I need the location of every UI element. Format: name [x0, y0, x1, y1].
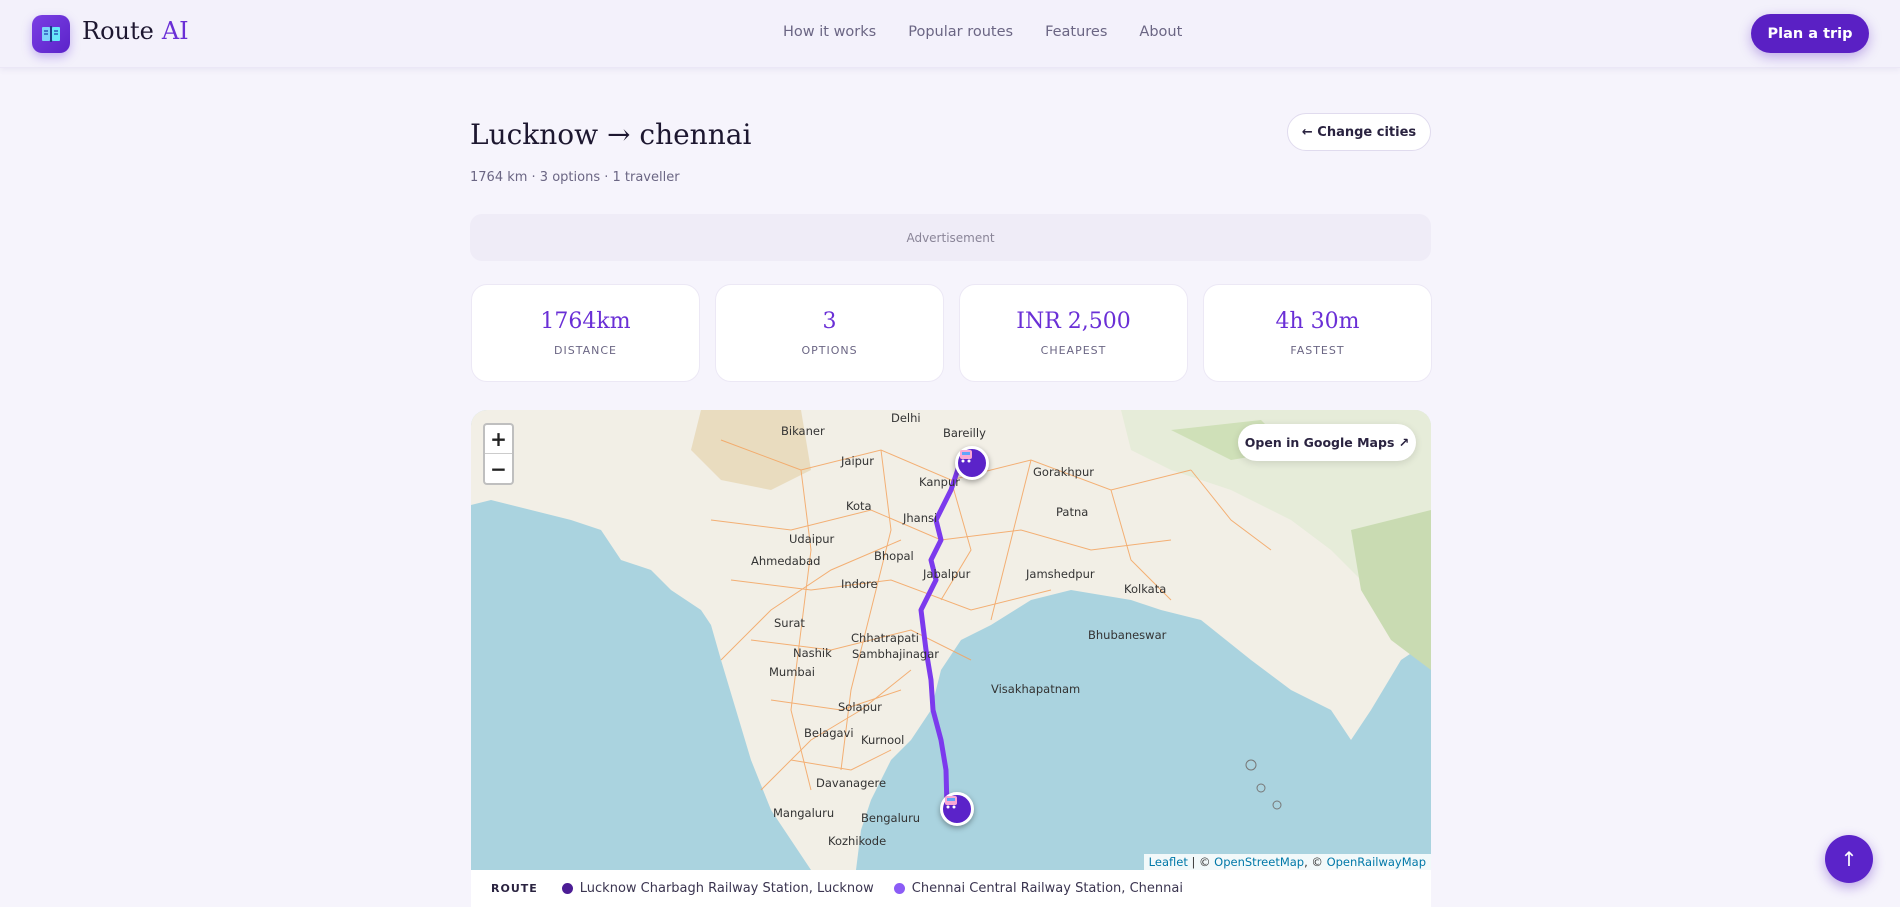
map-label: Chhatrapati [851, 631, 919, 645]
map-label: Sambhajinagar [852, 647, 939, 661]
main-nav: How it works Popular routes Features Abo… [783, 24, 1182, 40]
route-origin-label: Lucknow Charbagh Railway Station, Luckno… [579, 881, 874, 896]
origin-dot-icon [561, 883, 573, 894]
zoom-in-button[interactable]: + [485, 425, 512, 454]
map-label: Jabalpur [922, 567, 971, 581]
map-label: Jamshedpur [1025, 567, 1095, 581]
brand-logo[interactable]: Route AI [82, 17, 189, 45]
destination-dot-icon [893, 883, 905, 894]
stat-label: OPTIONS [801, 344, 858, 357]
map-label: Ahmedabad [751, 554, 820, 568]
route-legend: ROUTE Lucknow Charbagh Railway Station, … [471, 870, 1431, 907]
map-book-icon[interactable] [32, 15, 70, 53]
osm-link[interactable]: OpenStreetMap [1214, 855, 1304, 869]
map-label: Bengaluru [861, 811, 920, 825]
stat-value: 1764km [540, 309, 631, 334]
open-google-maps-button[interactable]: Open in Google Maps ↗ [1238, 424, 1416, 461]
train-icon [945, 796, 957, 809]
map-label: Jaipur [840, 454, 874, 468]
zoom-control: + − [483, 423, 514, 485]
map-label: Kolkata [1124, 582, 1166, 596]
map-label: Kozhikode [828, 834, 886, 848]
scroll-to-top-button[interactable]: ↑ [1825, 835, 1873, 883]
map-label: Belagavi [804, 726, 854, 740]
trip-summary: 1764 km · 3 options · 1 traveller [470, 170, 680, 185]
map-label: Solapur [838, 700, 882, 714]
island [1245, 759, 1257, 771]
map-label: Indore [841, 577, 878, 591]
map-label: Mumbai [769, 665, 815, 679]
route-origin: Lucknow Charbagh Railway Station, Luckno… [561, 881, 874, 896]
nav-how-it-works[interactable]: How it works [783, 24, 876, 40]
map-label: Delhi [891, 411, 921, 425]
stat-card-cheapest: INR 2,500 CHEAPEST [959, 284, 1188, 382]
advertisement-label: Advertisement [906, 230, 995, 245]
map-label: Kurnool [861, 733, 904, 747]
stat-card-fastest: 4h 30m FASTEST [1203, 284, 1432, 382]
route-legend-label: ROUTE [491, 882, 538, 895]
stat-value: 4h 30m [1275, 309, 1360, 334]
stat-label: FASTEST [1290, 344, 1345, 357]
map-attribution: Leaflet | © OpenStreetMap, © OpenRailway… [1143, 854, 1431, 870]
map-label: Bareilly [943, 426, 986, 440]
change-cities-button[interactable]: ← Change cities [1287, 113, 1431, 151]
island [1256, 783, 1266, 793]
stat-card-distance: 1764km DISTANCE [471, 284, 700, 382]
attribution-separator: , © [1304, 855, 1327, 869]
route-destination: Chennai Central Railway Station, Chennai [893, 881, 1183, 896]
map-label: Patna [1056, 505, 1088, 519]
stat-label: CHEAPEST [1040, 344, 1107, 357]
map-label: Bhubaneswar [1088, 628, 1167, 642]
map-label: Nashik [793, 646, 832, 660]
brand-ai: AI [161, 17, 189, 45]
stat-value: 3 [822, 309, 837, 334]
stats-row: 1764km DISTANCE 3 OPTIONS INR 2,500 CHEA… [471, 284, 1432, 382]
map-label: Kanpur [919, 475, 960, 489]
stat-card-options: 3 OPTIONS [715, 284, 944, 382]
advertisement-slot: Advertisement [470, 214, 1431, 261]
origin-marker[interactable] [955, 446, 989, 480]
map-label: Jhansi [902, 511, 937, 525]
train-icon [960, 450, 972, 463]
leaflet-link[interactable]: Leaflet [1149, 855, 1188, 869]
route-map[interactable]: Bikaner Jaipur Delhi Bareilly Kanpur Gor… [471, 410, 1431, 870]
map-label: Bikaner [781, 424, 825, 438]
brand-name: Route [82, 17, 154, 45]
island [1272, 800, 1282, 810]
stat-value: INR 2,500 [1016, 309, 1131, 334]
top-header: Route AI How it works Popular routes Feat… [0, 0, 1900, 68]
stat-label: DISTANCE [554, 344, 617, 357]
map-label: Davanagere [816, 776, 886, 790]
nav-popular-routes[interactable]: Popular routes [908, 24, 1013, 40]
plan-trip-button[interactable]: Plan a trip [1751, 14, 1869, 53]
nav-features[interactable]: Features [1045, 24, 1107, 40]
map-label: Udaipur [789, 532, 835, 546]
orm-link[interactable]: OpenRailwayMap [1327, 855, 1426, 869]
attribution-separator: | © [1187, 855, 1215, 869]
map-label: Surat [774, 616, 805, 630]
map-label: Visakhapatnam [991, 682, 1080, 696]
map-label: Gorakhpur [1033, 465, 1094, 479]
destination-marker[interactable] [940, 792, 974, 826]
map-label: Mangaluru [773, 806, 834, 820]
zoom-out-button[interactable]: − [485, 454, 512, 483]
page-title: Lucknow → chennai [470, 118, 752, 151]
map-label: Bhopal [874, 549, 914, 563]
route-destination-label: Chennai Central Railway Station, Chennai [911, 881, 1183, 896]
nav-about[interactable]: About [1139, 24, 1182, 40]
map-label: Kota [846, 499, 872, 513]
